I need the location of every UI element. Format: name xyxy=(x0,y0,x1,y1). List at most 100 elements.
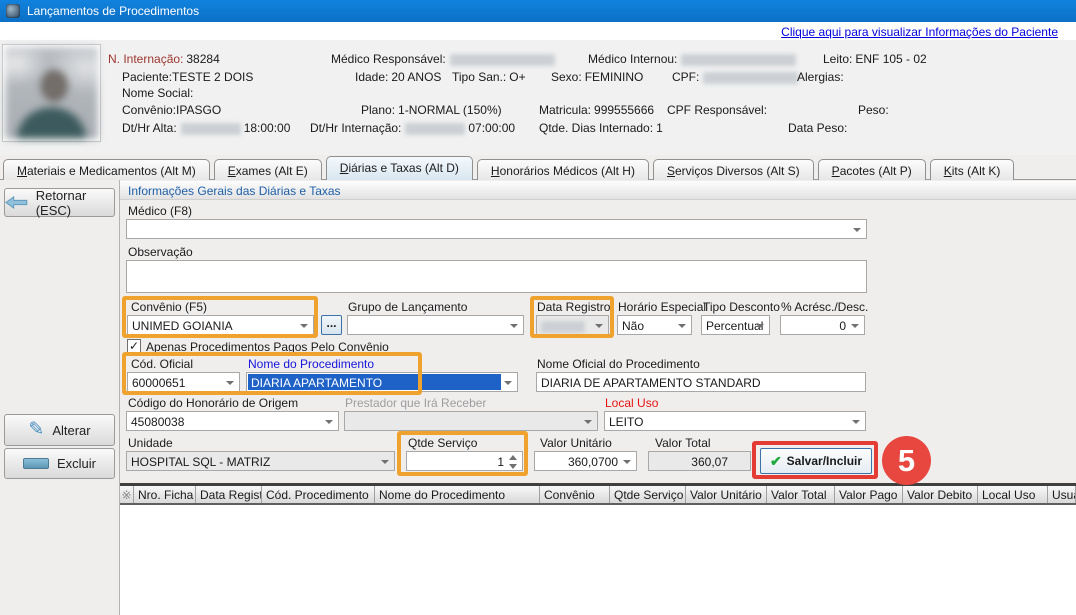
tab-materiais[interactable]: Materiais e Medicamentos (Alt M) xyxy=(3,159,210,180)
checkbox-check-icon: ✓ xyxy=(129,339,139,353)
prestador-label: Prestador que Irá Receber xyxy=(345,396,486,410)
tab-diarias-taxas[interactable]: Diárias e Taxas (Alt D) xyxy=(326,156,473,180)
unidade-combobox: HOSPITAL SQL - MATRIZ xyxy=(126,451,395,471)
field-medico-responsavel: Médico Responsável: xyxy=(331,52,555,66)
redacted-value xyxy=(405,123,465,135)
qtde-servico-stepper[interactable]: 1 xyxy=(406,451,523,471)
acresc-desc-label: % Acrésc./Desc. xyxy=(781,300,868,314)
patient-info-link[interactable]: Clique aqui para visualizar Informações … xyxy=(781,25,1058,39)
section-title: Informações Gerais das Diárias e Taxas xyxy=(120,181,1076,200)
medico-label: Médico (F8) xyxy=(128,204,192,218)
local-uso-combobox[interactable]: LEITO xyxy=(604,411,866,431)
column-header-data-registro[interactable]: Data Registro xyxy=(196,486,262,503)
dropdown-arrow-icon xyxy=(381,460,389,464)
column-header-nome-procedimento[interactable]: Nome do Procedimento xyxy=(375,486,540,503)
cod-oficial-label: Cód. Oficial xyxy=(131,357,193,371)
field-cpf-responsavel: CPF Responsável: xyxy=(667,103,767,117)
column-header-qtde-servico[interactable]: Qtde Serviço xyxy=(610,486,686,503)
valor-unitario-combobox[interactable]: 360,0700 xyxy=(534,451,637,471)
title-bar: Lançamentos de Procedimentos xyxy=(0,0,1076,22)
link-bar: Clique aqui para visualizar Informações … xyxy=(0,22,1076,40)
field-peso: Peso: xyxy=(858,103,889,117)
acresc-desc-spinner[interactable]: 0 xyxy=(780,315,865,335)
nome-procedimento-label: Nome do Procedimento xyxy=(248,357,374,371)
redacted-value xyxy=(681,54,796,66)
dropdown-arrow-icon xyxy=(325,420,333,424)
tab-kits[interactable]: Kits (Alt K) xyxy=(930,159,1015,180)
salvar-incluir-button[interactable]: ✔ Salvar/Incluir xyxy=(760,448,872,474)
unidade-label: Unidade xyxy=(128,436,173,450)
column-header-usuario[interactable]: Usuário xyxy=(1048,486,1076,503)
tab-exames[interactable]: Exames (Alt E) xyxy=(214,159,322,180)
cod-honorario-combobox[interactable]: 45080038 xyxy=(126,411,339,431)
medico-combobox[interactable] xyxy=(126,219,867,239)
patient-header: N. Internação:38284 Médico Responsável: … xyxy=(0,40,1076,155)
dropdown-arrow-icon xyxy=(300,324,308,328)
tab-honorarios[interactable]: Honorários Médicos (Alt H) xyxy=(477,159,649,180)
field-cpf: CPF: xyxy=(672,70,798,84)
grid-header: ※ Nro. Ficha Data Registro Cód. Procedim… xyxy=(120,483,1076,505)
column-header-valor-pago[interactable]: Valor Pago xyxy=(835,486,903,503)
nome-oficial-textbox[interactable]: DIARIA DE APARTAMENTO STANDARD xyxy=(536,372,866,392)
green-check-icon: ✔ xyxy=(770,453,782,470)
field-paciente: Paciente:TESTE 2 DOIS xyxy=(122,70,253,84)
spinner-arrows-icon[interactable] xyxy=(509,455,518,469)
column-header-valor-total[interactable]: Valor Total xyxy=(767,486,835,503)
cod-oficial-combobox[interactable]: 60000651 xyxy=(127,372,240,392)
field-idade: Idade:20 ANOS xyxy=(355,70,441,84)
field-tipo-san: Tipo San.:O+ xyxy=(452,70,526,84)
data-registro-combobox[interactable] xyxy=(536,315,609,335)
horario-especial-combobox[interactable]: Não xyxy=(617,315,692,335)
patient-photo xyxy=(2,44,101,142)
dropdown-arrow-icon xyxy=(510,324,518,328)
column-header-valor-debito[interactable]: Valor Debito xyxy=(903,486,978,503)
column-header-valor-unitario[interactable]: Valor Unitário xyxy=(686,486,767,503)
column-header-cod-procedimento[interactable]: Cód. Procedimento xyxy=(262,486,375,503)
column-header-local-uso[interactable]: Local Uso xyxy=(978,486,1048,503)
valor-total-label: Valor Total xyxy=(655,436,711,450)
field-dt-hr-alta: Dt/Hr Alta:18:00:00 xyxy=(122,121,290,135)
tab-pacotes[interactable]: Pacotes (Alt P) xyxy=(818,159,926,180)
procedure-entry-window: Lançamentos de Procedimentos Clique aqui… xyxy=(0,0,1076,615)
dropdown-arrow-icon xyxy=(852,420,860,424)
tab-servicos[interactable]: Serviços Diversos (Alt S) xyxy=(653,159,814,180)
grid-body-empty[interactable] xyxy=(120,505,1076,615)
grupo-combobox[interactable] xyxy=(347,315,524,335)
field-alergias: Alergias: xyxy=(797,70,844,84)
alterar-button[interactable]: ✎ Alterar xyxy=(4,414,115,446)
excluir-button[interactable]: Excluir xyxy=(4,448,115,479)
field-matricula: Matricula:999555666 xyxy=(539,103,654,117)
redacted-value xyxy=(541,321,585,333)
observacao-textarea[interactable] xyxy=(126,260,867,293)
redacted-value xyxy=(703,72,798,84)
grupo-label: Grupo de Lançamento xyxy=(348,300,467,314)
step-number-badge: 5 xyxy=(882,436,931,485)
column-header-nro-ficha[interactable]: Nro. Ficha xyxy=(134,486,196,503)
convenio-combobox[interactable]: UNIMED GOIANIA xyxy=(127,315,314,335)
dropdown-arrow-icon xyxy=(756,324,764,328)
retornar-button[interactable]: Retornar (ESC) xyxy=(4,188,115,217)
column-header-convenio[interactable]: Convênio xyxy=(540,486,610,503)
redacted-value xyxy=(450,54,555,66)
field-nome-social: Nome Social: xyxy=(122,86,193,100)
observacao-label: Observação xyxy=(128,245,193,259)
apenas-pagos-checkbox[interactable]: ✓ xyxy=(127,339,141,353)
field-convenio: Convênio:IPASGO xyxy=(122,103,221,117)
tab-bar: Materiais e Medicamentos (Alt M) Exames … xyxy=(3,156,1014,180)
prestador-combobox xyxy=(344,411,598,431)
valor-unitario-label: Valor Unitário xyxy=(540,436,612,450)
qtde-servico-label: Qtde Serviço xyxy=(408,436,477,450)
app-icon xyxy=(6,4,20,18)
dropdown-arrow-icon xyxy=(595,324,603,328)
tipo-desconto-combobox[interactable]: Percentual xyxy=(701,315,770,335)
back-arrow-icon xyxy=(5,195,28,210)
dropdown-arrow-icon xyxy=(226,381,234,385)
grid-marker-column: ※ xyxy=(120,486,134,503)
cod-honorario-label: Código do Honorário de Origem xyxy=(128,396,298,410)
nome-procedimento-combobox[interactable]: DIARIA APARTAMENTO xyxy=(246,372,518,392)
field-qtde-dias: Qtde. Dias Internado:1 xyxy=(539,121,663,135)
window-title: Lançamentos de Procedimentos xyxy=(27,4,199,18)
field-leito: Leito:ENF 105 - 02 xyxy=(823,52,927,66)
field-sexo: Sexo:FEMININO xyxy=(551,70,643,84)
convenio-browse-button[interactable]: ... xyxy=(321,315,342,335)
